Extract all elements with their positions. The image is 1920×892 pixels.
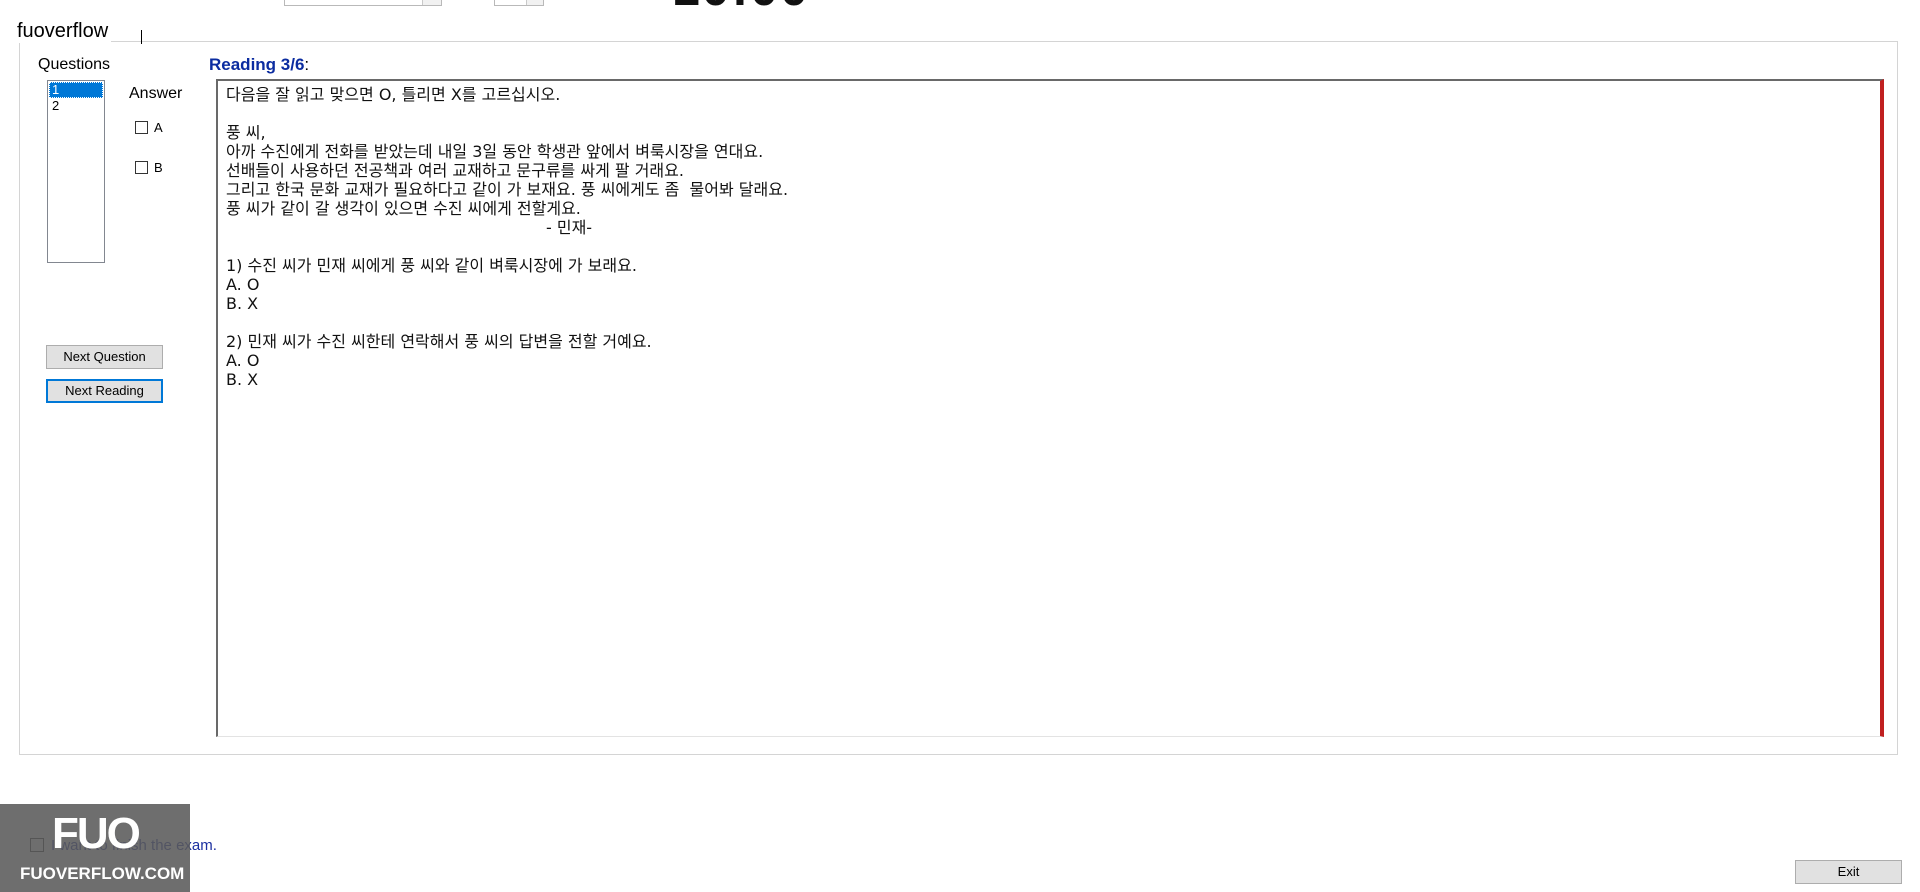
timer-display: 10:00 — [672, 0, 810, 8]
reading-line: 1) 수진 씨가 민재 씨에게 풍 씨와 같이 벼룩시장에 가 보래요. — [226, 256, 637, 275]
answer-label: Answer — [129, 85, 183, 102]
reading-title-colon: : — [304, 55, 310, 74]
question-item-1[interactable]: 1 — [49, 82, 103, 98]
reading-line: 풍 씨, — [226, 123, 266, 142]
top-combo-box[interactable] — [284, 0, 442, 6]
reading-line — [226, 104, 1872, 123]
reading-line: A. O — [226, 275, 260, 294]
top-spin-box[interactable] — [494, 0, 544, 6]
answer-option-b[interactable]: B — [135, 159, 163, 175]
watermark-site-text: FUOVERFLOW.COM — [20, 864, 185, 883]
chevron-down-icon[interactable] — [526, 0, 543, 5]
watermark-logo: FUO FUOVERFLOW.COM — [0, 804, 190, 892]
reading-line: 아까 수진에게 전화를 받았는데 내일 3일 동안 학생관 앞에서 벼룩시장을 … — [226, 142, 764, 161]
reading-line: 다음을 잘 읽고 맞으면 O, 틀리면 X를 고르십시오. — [226, 85, 561, 104]
watermark-logo-text: FUO — [52, 809, 141, 858]
question-list[interactable]: 1 2 — [47, 80, 105, 263]
answer-a-label: A — [154, 119, 163, 135]
exit-button[interactable]: Exit — [1795, 860, 1902, 884]
reading-title: Reading 3/6: — [209, 55, 309, 75]
reading-signature: - 민재- — [546, 218, 593, 237]
reading-line — [226, 237, 1872, 256]
reading-title-text: Reading 3/6 — [209, 55, 305, 74]
answer-b-label: B — [154, 159, 163, 175]
reading-line: 선배들이 사용하던 전공책과 여러 교재하고 문구류를 싸게 팔 거래요. — [226, 161, 684, 180]
group-title: fuoverflow — [14, 19, 112, 43]
reading-text-area[interactable]: 다음을 잘 읽고 맞으면 O, 틀리면 X를 고르십시오. 풍 씨, 아까 수진… — [216, 79, 1884, 737]
reading-line: B. X — [226, 370, 259, 389]
reading-line: 2) 민재 씨가 수진 씨한테 연락해서 풍 씨의 답변을 전할 거예요. — [226, 332, 652, 351]
reading-line: 풍 씨가 같이 갈 생각이 있으면 수진 씨에게 전할게요. — [226, 199, 581, 218]
chevron-down-icon[interactable] — [422, 0, 441, 5]
reading-line: A. O — [226, 351, 260, 370]
answer-option-a[interactable]: A — [135, 119, 163, 135]
reading-line — [226, 313, 1872, 332]
question-item-2[interactable]: 2 — [49, 98, 103, 114]
next-question-button[interactable]: Next Question — [46, 345, 163, 369]
reading-line: 그리고 한국 문화 교재가 필요하다고 같이 가 보재요. 풍 씨에게도 좀 물… — [226, 180, 789, 199]
answer-a-checkbox[interactable] — [135, 120, 148, 134]
text-caret — [141, 30, 142, 44]
reading-line: B. X — [226, 294, 259, 313]
answer-b-checkbox[interactable] — [135, 160, 148, 174]
next-reading-button[interactable]: Next Reading — [46, 379, 163, 403]
questions-label: Questions — [38, 56, 111, 73]
